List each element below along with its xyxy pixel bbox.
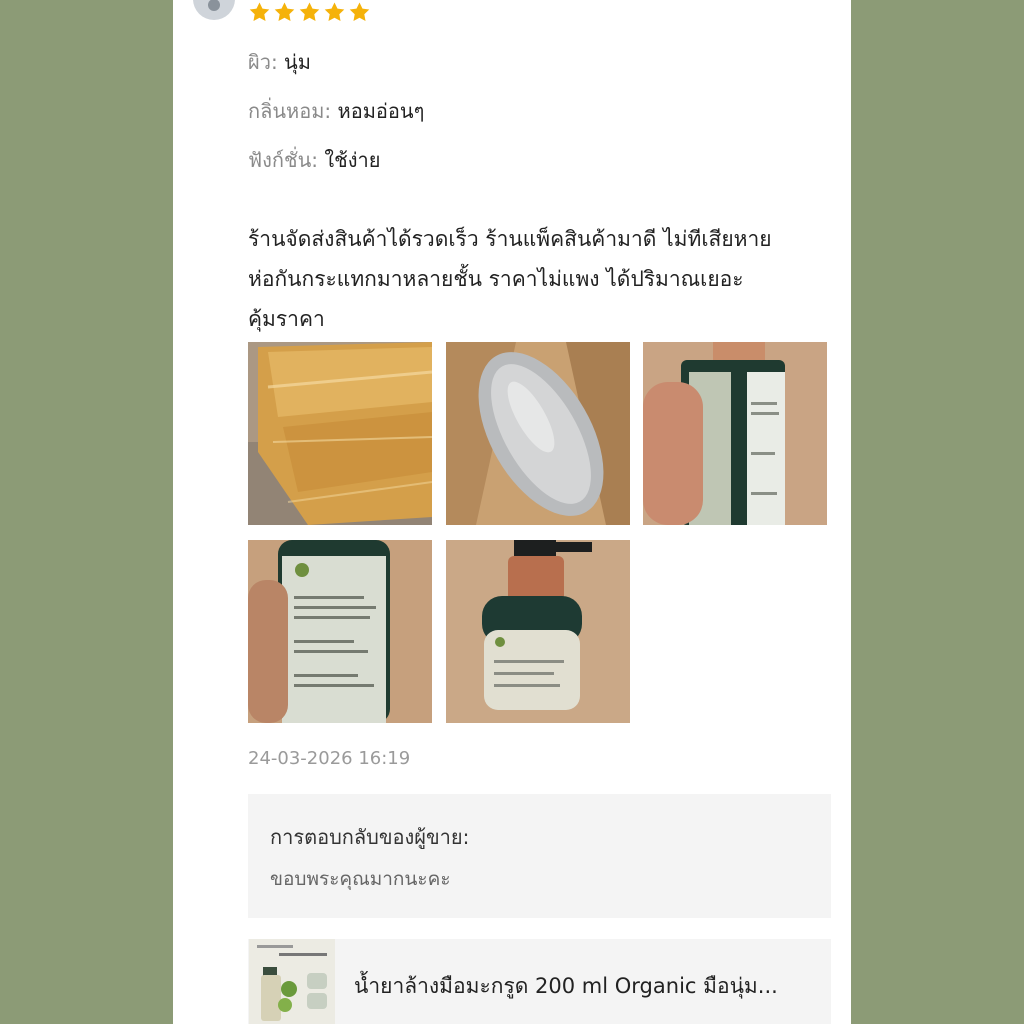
- reviewer-avatar[interactable]: [193, 0, 235, 20]
- star-rating: [248, 1, 371, 24]
- review-photo-bubble-wrap[interactable]: [446, 342, 630, 525]
- seller-reply: การตอบกลับของผู้ขาย: ขอบพระคุณมากนะคะ: [248, 794, 831, 918]
- star-icon: [274, 2, 295, 22]
- review-photo-box[interactable]: [248, 342, 432, 525]
- seller-reply-title: การตอบกลับของผู้ขาย:: [270, 825, 470, 849]
- star-icon: [249, 2, 270, 22]
- review-timestamp: 24-03-2026 16:19: [248, 748, 411, 769]
- attribute-scent: กลิ่นหอม: หอมอ่อนๆ: [248, 95, 424, 127]
- comment-line: ร้านจัดส่งสินค้าได้รวดเร็ว ร้านแพ็คสินค้…: [248, 227, 772, 251]
- attribute-value: หอมอ่อนๆ: [337, 99, 425, 123]
- comment-line: คุ้มราคา: [248, 307, 325, 331]
- review-comment: ร้านจัดส่งสินค้าได้รวดเร็ว ร้านแพ็คสินค้…: [248, 219, 838, 339]
- comment-line: ห่อกันกระแทกมาหลายชั้น ราคาไม่แพง ได้ปริ…: [248, 267, 744, 291]
- attribute-label: ผิว:: [248, 50, 278, 74]
- review-photo-bottle-label[interactable]: [248, 540, 432, 723]
- review-photo-bottle-pump[interactable]: [446, 540, 630, 723]
- product-thumbnail: [249, 939, 335, 1024]
- product-card[interactable]: น้ำยาล้างมือมะกรูด 200 ml Organic มือนุ่…: [248, 939, 831, 1024]
- attribute-label: ฟังก์ชั่น:: [248, 148, 319, 172]
- star-icon: [349, 2, 370, 22]
- star-icon: [324, 2, 345, 22]
- star-icon: [299, 2, 320, 22]
- review-photo-bottle-back[interactable]: [643, 342, 827, 525]
- product-name: น้ำยาล้างมือมะกรูด 200 ml Organic มือนุ่…: [354, 974, 778, 998]
- attribute-label: กลิ่นหอม:: [248, 99, 332, 123]
- attribute-function: ฟังก์ชั่น: ใช้ง่าย: [248, 144, 380, 176]
- seller-reply-text: ขอบพระคุณมากนะคะ: [270, 868, 451, 890]
- review-panel: ผิว: นุ่ม กลิ่นหอม: หอมอ่อนๆ ฟังก์ชั่น: …: [173, 0, 851, 1024]
- attribute-value: ใช้ง่าย: [324, 148, 381, 172]
- attribute-skin: ผิว: นุ่ม: [248, 46, 311, 78]
- attribute-value: นุ่ม: [284, 50, 311, 74]
- avatar-person-icon: [208, 0, 220, 11]
